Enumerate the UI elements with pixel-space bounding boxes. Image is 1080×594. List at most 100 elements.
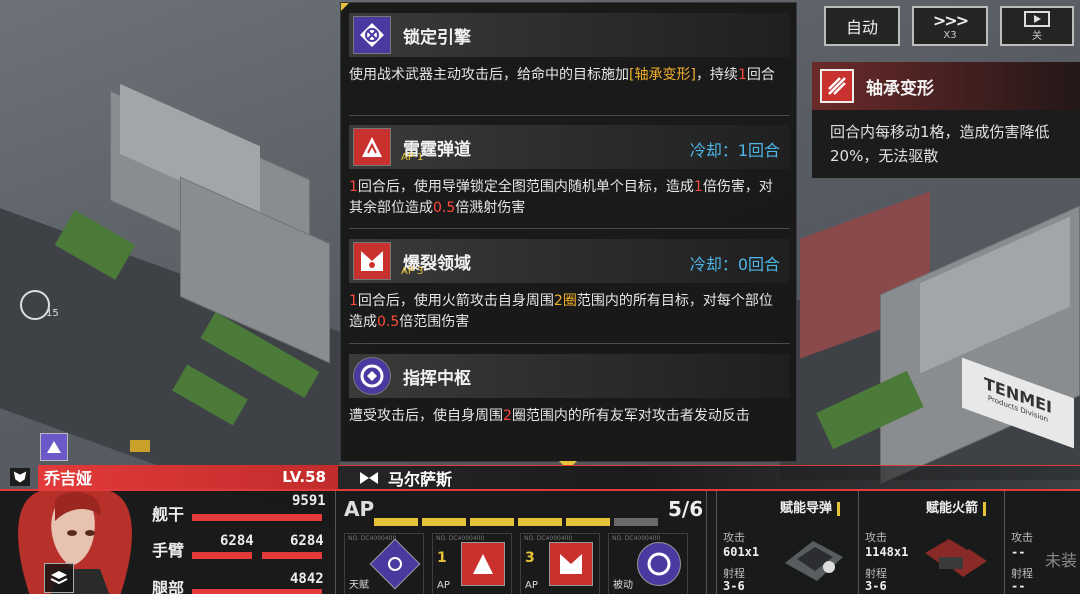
desc-text: 倍溅射伤害	[455, 200, 526, 216]
attack-value: 1148x1	[865, 545, 909, 559]
auto-label: 自动	[845, 18, 878, 37]
skill-entry-burst-field: 爆裂领域 AP 3 冷却：0回合 1回合后，使用火箭攻击自身周围2圈范围内的所有…	[349, 239, 790, 333]
skill-name: 指挥中枢	[403, 368, 471, 389]
arm-right-bar	[262, 552, 322, 559]
leg-value: 4842	[290, 571, 324, 587]
skill-header: 指挥中枢	[349, 354, 790, 398]
divider	[349, 228, 790, 229]
hull-label: 舰干	[152, 505, 185, 524]
skill-slot-talent[interactable]: NO. DC4000400 天赋	[344, 533, 424, 594]
arm-left-bar	[192, 552, 252, 559]
speed-label: X3	[943, 30, 957, 41]
ap-value: 5/6	[668, 497, 704, 521]
mech-name: 马尔萨斯	[388, 469, 453, 489]
skill-cooldown: 冷却：0回合	[689, 255, 780, 274]
speed-button[interactable]: >>> X3	[912, 6, 988, 46]
auto-button[interactable]: 自动	[824, 6, 900, 46]
rocket-launcher-icon	[925, 539, 987, 577]
desc-number: 1	[693, 179, 703, 195]
arm-label: 手臂	[152, 541, 185, 560]
burst-field-icon	[353, 242, 391, 280]
desc-text: ，持续	[695, 67, 738, 83]
ap-segment	[470, 518, 514, 526]
layers-icon	[50, 571, 68, 585]
fast-forward-icon: >>>	[932, 11, 969, 30]
desc-keyword: [轴承变形]	[629, 67, 696, 83]
pilot-namebar: 乔吉娅 LV.58	[10, 465, 338, 489]
status-effect-card: 轴承变形 回合内每移动1格，造成伤害降低20%，无法驱散	[812, 62, 1080, 178]
turn-counter: 15	[20, 290, 59, 320]
skill-slot-passive[interactable]: NO. DC4000400 被动	[608, 533, 688, 594]
slot-tag: NO. DC4000400	[612, 535, 661, 542]
divider	[349, 343, 790, 344]
skill-ap-cost: AP 1	[401, 152, 424, 163]
ally-unit-marker[interactable]	[40, 433, 68, 461]
unit-hud: 乔吉娅 LV.58 马尔萨斯 舰干 9591 手臂 6284 6284 腿部 4…	[0, 465, 1080, 594]
pilot-emblem-icon	[10, 468, 30, 486]
pilot-level: LV.58	[282, 468, 326, 486]
ap-segment	[518, 518, 562, 526]
skill-tooltip: 锁定引擎 使用战术武器主动攻击后，给命中的目标施加[轴承变形]，持续1回合 雷霆…	[340, 2, 797, 470]
burst-field-icon	[549, 542, 593, 586]
attack-label: 攻击	[1011, 531, 1033, 544]
skill-description: 使用战术武器主动攻击后，给命中的目标施加[轴承变形]，持续1回合	[349, 57, 790, 86]
skill-description: 1回合后，使用导弹锁定全图范围内随机单个目标，造成1倍伤害，对其余部位造成0.5…	[349, 169, 790, 219]
replay-button[interactable]: 关	[1000, 6, 1074, 46]
thunder-missile-icon	[353, 128, 391, 166]
mech-emblem-icon	[360, 471, 378, 484]
weapon-card-missile[interactable]: 赋能导弹 攻击 601x1 射程 3-6	[716, 491, 854, 594]
leg-bar	[192, 589, 322, 594]
layers-button[interactable]	[44, 563, 74, 593]
desc-text: 回合后，使用火箭攻击自身周围	[357, 293, 554, 309]
skill-entry-thunder-missile: 雷霆弹道 AP 1 冷却：1回合 1回合后，使用导弹锁定全图范围内随机单个目标，…	[349, 125, 790, 219]
ap-segment	[614, 518, 658, 526]
replay-label: 关	[1032, 30, 1042, 42]
pilot-name: 乔吉娅	[44, 469, 93, 488]
range-value: 3-6	[723, 579, 745, 593]
arm-right-value: 6284	[290, 533, 324, 549]
skill-slot-thunder[interactable]: NO. DC4000400 1 AP	[432, 533, 512, 594]
skill-slot-burst[interactable]: NO. DC4000400 3 AP	[520, 533, 600, 594]
command-hub-icon	[637, 542, 681, 586]
ap-panel: AP 5/6 NO. DC4000400 天赋 NO. DC4000400 1 …	[335, 491, 707, 594]
arm-left-value: 6284	[220, 533, 254, 549]
command-hub-icon	[353, 357, 391, 395]
tooltip-corner	[341, 3, 349, 11]
hull-value: 9591	[292, 493, 326, 509]
lock-engine-icon	[353, 16, 391, 54]
slot-ap-number: 3	[525, 550, 535, 566]
skill-description: 遭受攻击后，使自身周围2圈范围内的所有友军对攻击者发动反击	[349, 398, 790, 427]
desc-text: 回合	[746, 67, 775, 83]
attack-value: 601x1	[723, 545, 760, 559]
desc-text: 回合后，使用导弹锁定全图范围内随机单个目标，造成	[357, 179, 694, 195]
skill-ap-cost: AP 3	[401, 266, 424, 277]
pilot-portrait[interactable]	[0, 491, 150, 594]
skill-header: 雷霆弹道 AP 1 冷却：1回合	[349, 125, 790, 169]
triangle-icon	[47, 441, 61, 453]
desc-number: 0.5	[377, 314, 400, 330]
slot-label: AP	[525, 580, 538, 591]
desc-number: 1	[349, 179, 358, 195]
weapon-title: 赋能导弹	[780, 497, 840, 516]
status-effect-header: 轴承变形	[812, 62, 1080, 110]
bearing-deform-icon	[820, 69, 854, 103]
weapon-title: 赋能火箭	[926, 497, 986, 516]
skill-entry-lock-engine: 锁定引擎 使用战术武器主动攻击后，给命中的目标施加[轴承变形]，持续1回合	[349, 13, 790, 86]
ap-label: AP	[344, 497, 375, 521]
film-icon	[1024, 10, 1050, 27]
slot-tag: NO. DC4000400	[348, 535, 397, 542]
desc-number: 2	[503, 408, 512, 424]
status-effect-description: 回合内每移动1格，造成伤害降低20%，无法驱散	[830, 123, 1050, 165]
missile-pod-icon	[785, 541, 843, 581]
hull-bar	[192, 514, 322, 521]
weapon-card-empty[interactable]: 攻击 -- 射程 -- 未装	[1004, 491, 1080, 594]
desc-text: 遭受攻击后，使自身周围	[349, 408, 503, 424]
slot-label: AP	[437, 580, 450, 591]
desc-keyword: 2圈	[553, 293, 577, 309]
desc-number: 1	[737, 67, 747, 83]
thunder-missile-icon	[461, 542, 505, 586]
slot-tag: NO. DC4000400	[436, 535, 485, 542]
skill-description: 1回合后，使用火箭攻击自身周围2圈范围内的所有目标，对每个部位造成0.5倍范围伤…	[349, 283, 790, 333]
weapon-card-rocket[interactable]: 赋能火箭 攻击 1148x1 射程 3-6	[858, 491, 1000, 594]
slot-ap-number: 1	[437, 550, 447, 566]
